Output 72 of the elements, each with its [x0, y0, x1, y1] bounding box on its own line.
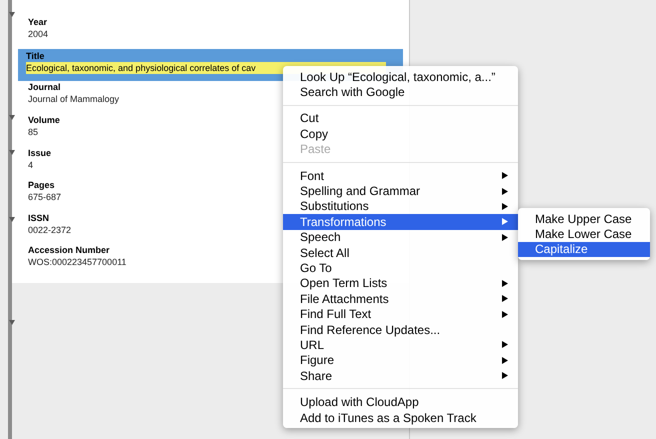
menu-item[interactable]: Substitutions [283, 198, 518, 214]
menu-item-label: Copy [300, 126, 328, 143]
field-value: 4 [28, 158, 34, 171]
menu-item[interactable]: Cut [283, 110, 518, 126]
submenu-arrow-icon [502, 280, 508, 287]
menu-item-label: Find Full Text [300, 306, 372, 324]
field-label: Year [28, 16, 48, 28]
menu-item[interactable]: Find Full Text [283, 306, 518, 322]
disclosure-triangle-icon[interactable] [9, 320, 15, 325]
menu-item[interactable]: Transformations [283, 214, 518, 230]
field-label: Accession Number [28, 244, 110, 256]
submenu-arrow-icon [502, 356, 508, 364]
disclosure-triangle-icon[interactable] [9, 115, 15, 120]
menu-item[interactable]: URL [283, 337, 518, 353]
menu-item[interactable]: Make Lower Case [518, 226, 650, 242]
menu-item[interactable]: Spelling and Grammar [283, 183, 518, 199]
submenu-arrow-icon [502, 372, 508, 380]
menu-item-label: Search with Google [300, 84, 405, 102]
submenu-arrow-icon [502, 218, 508, 226]
menu-item[interactable]: Speech [283, 230, 518, 245]
menu-item[interactable]: Find Reference Updates... [283, 322, 518, 338]
field-value: WOS:000223457700011 [28, 256, 126, 268]
menu-item-label: Select All [300, 244, 350, 262]
submenu-arrow-icon [502, 234, 508, 241]
field-value: 2004 [28, 28, 48, 40]
menu-item-label: URL [300, 336, 324, 354]
menu-item[interactable]: Capitalize [518, 242, 650, 258]
menu-item-label: Speech [300, 229, 341, 246]
field-label: Title [26, 50, 44, 62]
menu-item-label: Figure [300, 352, 334, 370]
menu-item[interactable]: Go To [283, 260, 518, 276]
menu-item[interactable]: Font [283, 168, 518, 184]
field-value: Journal of Mammalogy [28, 93, 120, 106]
field-label: Journal [28, 81, 61, 94]
menu-item[interactable]: Add to iTunes as a Spoken Track [283, 410, 518, 426]
field-label: Issue [28, 146, 52, 159]
field-row[interactable]: Year 2004 [12, 16, 409, 49]
disclosure-triangle-icon[interactable] [9, 12, 15, 17]
menu-item-label: Share [300, 368, 332, 385]
menu-item[interactable]: Figure [283, 352, 518, 368]
menu-item[interactable]: Share [283, 368, 518, 384]
disclosure-triangle-icon[interactable] [9, 150, 15, 155]
menu-item-label: Font [300, 168, 324, 185]
menu-item-label: Paste [300, 141, 331, 158]
menu-item[interactable]: Upload with CloudApp [283, 394, 518, 410]
submenu-arrow-icon [502, 310, 508, 318]
menu-item[interactable]: Search with Google [283, 84, 518, 100]
menu-item-label: Transformations [300, 214, 386, 231]
menu-item-label: Open Term Lists [300, 275, 388, 292]
menu-item[interactable]: Select All [283, 244, 518, 260]
menu-item-label: File Attachments [300, 290, 389, 308]
menu-item-label: Find Reference Updates... [300, 322, 440, 339]
field-value: 85 [28, 126, 38, 138]
field-label: Pages [28, 179, 55, 192]
menu-item-label: Cut [300, 110, 319, 128]
field-label: Volume [28, 114, 60, 126]
disclosure-triangle-icon[interactable] [9, 217, 15, 222]
submenu-arrow-icon [502, 172, 508, 180]
field-label: ISSN [28, 212, 50, 224]
menu-item[interactable]: File Attachments [283, 291, 518, 306]
menu-item-label: Spelling and Grammar [300, 183, 420, 200]
field-value: 675-687 [28, 191, 62, 204]
menu-item[interactable]: Make Upper Case [518, 211, 650, 226]
submenu-arrow-icon [502, 341, 508, 348]
menu-item[interactable]: Open Term Lists [283, 276, 518, 292]
menu-item[interactable]: Copy [283, 126, 518, 142]
submenu-arrow-icon [502, 295, 508, 302]
menu-item-label: Go To [300, 260, 332, 277]
menu-item-label: Substitutions [300, 198, 369, 216]
menu-item-label: Add to iTunes as a Spoken Track [300, 410, 476, 427]
field-value: 0022-2372 [28, 224, 72, 236]
menu-item-label: Upload with CloudApp [300, 394, 419, 412]
